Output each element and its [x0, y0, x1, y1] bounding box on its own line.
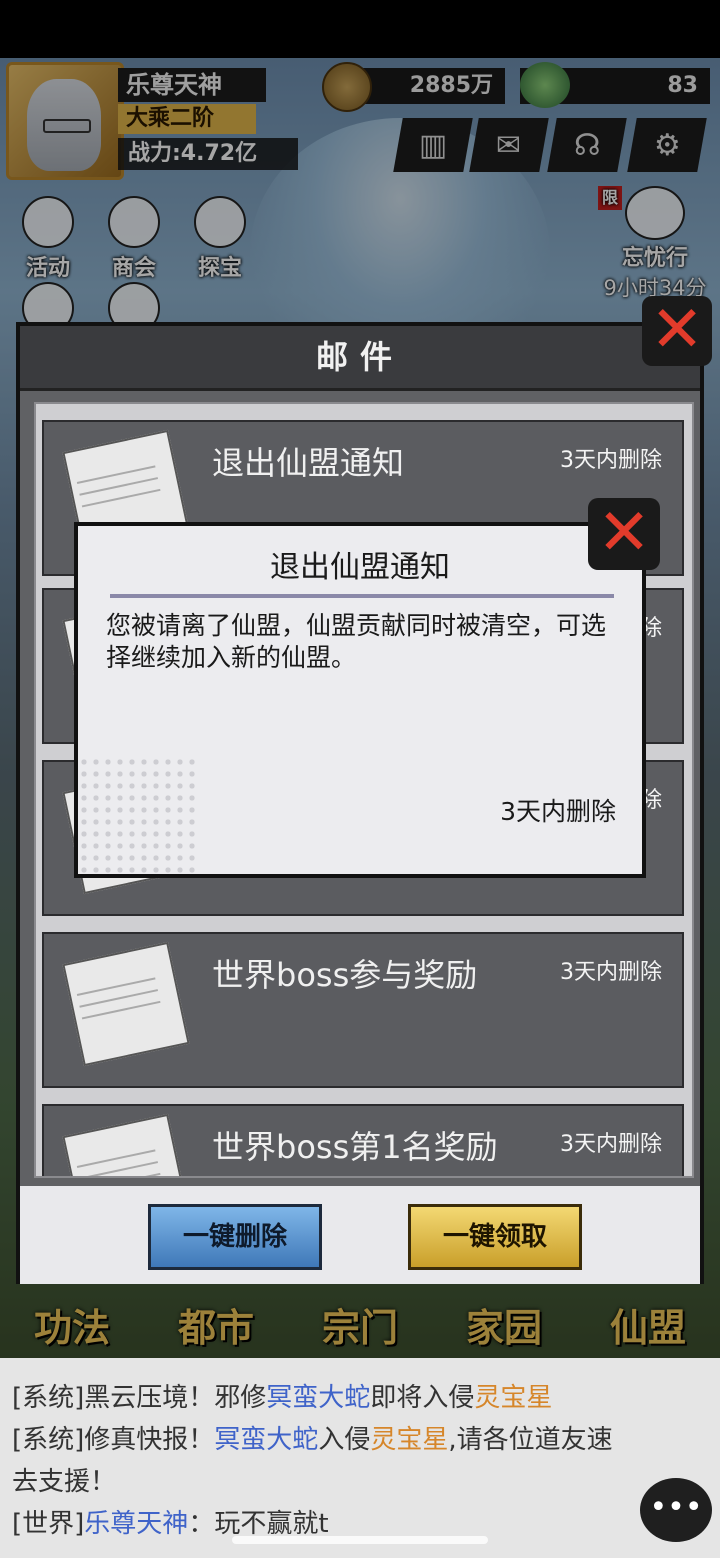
chat-place-name[interactable]: 灵宝星 — [370, 1425, 448, 1455]
chat-text: [系统]修真快报！ — [12, 1425, 215, 1455]
claim-all-button[interactable]: 一键领取 — [408, 1204, 582, 1270]
envelope-icon — [62, 1113, 190, 1176]
mail-title: 世界boss第1名奖励 — [212, 1128, 498, 1166]
chat-channel: [世界] — [12, 1509, 85, 1539]
mail-header: 邮件 — [20, 326, 700, 391]
chat-text: ,请各位道友速 — [448, 1425, 613, 1455]
chat-boss-name[interactable]: 冥蛮大蛇 — [266, 1383, 370, 1413]
detail-divider — [110, 594, 614, 598]
chat-boss-name[interactable]: 冥蛮大蛇 — [214, 1425, 318, 1455]
mail-expire: 3天内删除 — [560, 1132, 662, 1157]
home-indicator[interactable] — [232, 1536, 488, 1544]
chat-place-name[interactable]: 灵宝星 — [474, 1383, 552, 1413]
dot-pattern — [78, 756, 198, 874]
mail-title: 世界boss参与奖励 — [212, 956, 478, 994]
mail-footer: 一键删除 一键领取 — [20, 1186, 700, 1284]
detail-title: 退出仙盟通知 — [270, 550, 450, 585]
detail-body: 您被请离了仙盟，仙盟贡献同时被清空，可选择继续加入新的仙盟。 — [106, 611, 607, 672]
mail-detail-popup: 退出仙盟通知 您被请离了仙盟，仙盟贡献同时被清空，可选择继续加入新的仙盟。 3天… — [74, 522, 646, 878]
chat-text: [系统]黑云压境！邪修 — [12, 1383, 267, 1413]
detail-expire: 3天内删除 — [500, 797, 616, 826]
delete-all-button[interactable]: 一键删除 — [148, 1204, 322, 1270]
chat-player-name[interactable]: 乐尊天神 — [84, 1509, 188, 1539]
mail-title: 退出仙盟通知 — [212, 444, 405, 482]
mail-item[interactable]: 世界boss第1名奖励 3天内删除 — [42, 1104, 684, 1176]
mail-close-icon[interactable]: ✕ — [642, 296, 712, 366]
chat-line: [系统]修真快报！冥蛮大蛇入侵灵宝星,请各位道友速 — [12, 1420, 613, 1460]
chat-text: ：玩不赢就t — [188, 1509, 329, 1539]
mail-expire: 3天内删除 — [560, 960, 662, 985]
chat-line: [系统]黑云压境！邪修冥蛮大蛇即将入侵灵宝星 — [12, 1378, 552, 1418]
status-bar — [0, 0, 720, 58]
mail-expire: 3天内删除 — [560, 448, 662, 473]
mail-item[interactable]: 世界boss参与奖励 3天内删除 — [42, 932, 684, 1088]
chat-text: 即将入侵 — [370, 1383, 475, 1413]
chat-line: 去支援！ — [12, 1467, 117, 1497]
envelope-icon — [62, 941, 190, 1067]
detail-close-icon[interactable]: ✕ — [588, 498, 660, 570]
chat-bubble-icon[interactable]: ••• — [640, 1478, 712, 1542]
chat-text: 入侵 — [318, 1425, 371, 1455]
chat-panel[interactable]: [系统]黑云压境！邪修冥蛮大蛇即将入侵灵宝星 [系统]修真快报！冥蛮大蛇入侵灵宝… — [0, 1358, 720, 1558]
